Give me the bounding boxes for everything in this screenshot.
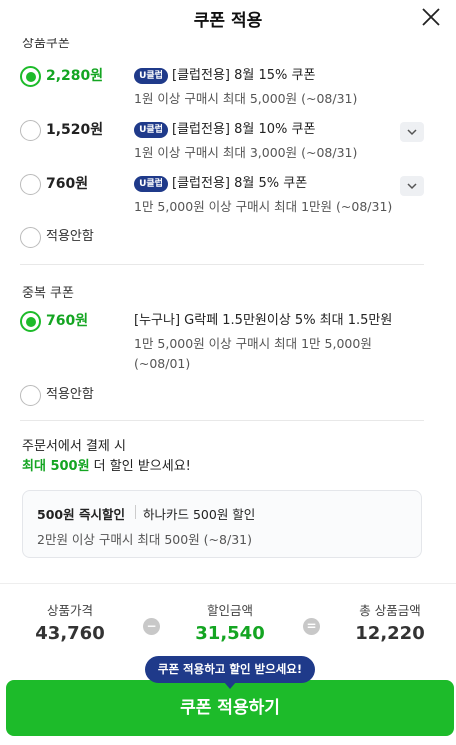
- discount-value: 31,540: [195, 623, 265, 644]
- coupon-name: [클럽전용] 8월 10% 쿠폰: [172, 122, 316, 137]
- coupon-price: 2,280원: [46, 68, 104, 84]
- coupon-price: 760원: [46, 176, 89, 192]
- divider: [20, 420, 424, 421]
- total-col: 총 상품금액 12,220: [330, 600, 450, 644]
- promo-line-2: 최대 500원 더 할인 받으세요!: [22, 457, 191, 477]
- close-icon[interactable]: [420, 6, 442, 28]
- coupon-price: 1,520원: [46, 122, 104, 138]
- uclub-badge-icon: U클럽: [134, 122, 168, 138]
- product-price-col: 상품가격 43,760: [10, 600, 130, 644]
- divider: [20, 264, 424, 265]
- total-label: 총 상품금액: [359, 603, 421, 618]
- coupon-name: [누구나] G락페 1.5만원이상 5% 최대 1.5만원: [134, 313, 393, 328]
- card-discount-label: 하나카드 500원 할인: [143, 507, 256, 522]
- not-apply-option-1[interactable]: 적용안함: [20, 227, 436, 249]
- radio-selected[interactable]: [20, 311, 41, 332]
- section-title-duplicate: 중복 쿠폰: [22, 286, 74, 301]
- modal-header: 쿠폰 적용: [0, 0, 456, 38]
- separator: [135, 505, 136, 519]
- equals-icon: =: [303, 618, 320, 635]
- promo-line-2-rest: 더 할인 받으세요!: [89, 459, 191, 474]
- minus-icon: −: [143, 618, 160, 635]
- discount-col: 할인금액 31,540: [170, 600, 290, 644]
- chevron-down-icon: [407, 129, 417, 136]
- coupon-list[interactable]: 상품쿠폰 2,280원 U클럽 [클럽전용] 8월 15% 쿠폰 1원 이상 구…: [0, 38, 456, 583]
- coupon-desc: 1만 5,000원 이상 구매시 최대 1만원 (~08/31): [134, 199, 393, 214]
- expand-button[interactable]: [400, 176, 424, 196]
- coupon-option-2[interactable]: 1,520원 U클럽 [클럽전용] 8월 10% 쿠폰 1원 이상 구매시 최대…: [20, 120, 436, 166]
- expand-button[interactable]: [400, 122, 424, 142]
- coupon-name: [클럽전용] 8월 5% 쿠폰: [172, 176, 308, 191]
- not-apply-label: 적용안함: [46, 387, 94, 402]
- uclub-badge-icon: U클럽: [134, 68, 168, 84]
- modal-title: 쿠폰 적용: [193, 11, 263, 31]
- card-discount-condition: 2만원 이상 구매시 최대 500원 (~8/31): [37, 532, 252, 547]
- product-price-label: 상품가격: [46, 603, 93, 618]
- apply-tooltip: 쿠폰 적용하고 할인 받으세요!: [145, 656, 315, 689]
- promo-line-1: 주문서에서 결제 시: [22, 439, 126, 454]
- product-price-value: 43,760: [35, 623, 105, 644]
- radio-selected[interactable]: [20, 66, 41, 87]
- coupon-desc: 1원 이상 구매시 최대 5,000원 (~08/31): [134, 91, 358, 106]
- instant-discount-label: 500원 즉시할인: [37, 507, 125, 522]
- total-value: 12,220: [355, 623, 425, 644]
- promo-highlight: 최대 500원: [22, 459, 90, 474]
- coupon-desc: 1만 5,000원 이상 구매시 최대 1만 5,000원 (~08/01): [134, 336, 372, 371]
- discount-label: 할인금액: [206, 603, 253, 618]
- coupon-name: [클럽전용] 8월 15% 쿠폰: [172, 68, 316, 83]
- card-discount-box: 500원 즉시할인 하나카드 500원 할인 2만원 이상 구매시 최대 500…: [22, 490, 422, 558]
- radio-unselected[interactable]: [20, 227, 41, 248]
- coupon-price: 760원: [46, 313, 89, 329]
- section-heading-partial: 상품쿠폰: [22, 38, 70, 51]
- uclub-badge-icon: U클럽: [134, 176, 168, 192]
- not-apply-label: 적용안함: [46, 229, 94, 244]
- coupon-option-1[interactable]: 2,280원 U클럽 [클럽전용] 8월 15% 쿠폰 1원 이상 구매시 최대…: [20, 66, 436, 112]
- chevron-down-icon: [407, 183, 417, 190]
- duplicate-coupon-option[interactable]: 760원 [누구나] G락페 1.5만원이상 5% 최대 1.5만원 1만 5,…: [20, 311, 436, 373]
- price-summary: 상품가격 43,760 − 할인금액 31,540 = 총 상품금액 12,22…: [0, 583, 456, 649]
- radio-unselected[interactable]: [20, 174, 41, 195]
- coupon-option-3[interactable]: 760원 U클럽 [클럽전용] 8월 5% 쿠폰 1만 5,000원 이상 구매…: [20, 174, 436, 220]
- radio-unselected[interactable]: [20, 120, 41, 141]
- not-apply-option-2[interactable]: 적용안함: [20, 385, 436, 407]
- coupon-desc: 1원 이상 구매시 최대 3,000원 (~08/31): [134, 145, 358, 160]
- radio-unselected[interactable]: [20, 385, 41, 406]
- payment-promo-text: 주문서에서 결제 시 최대 500원 더 할인 받으세요!: [22, 437, 191, 477]
